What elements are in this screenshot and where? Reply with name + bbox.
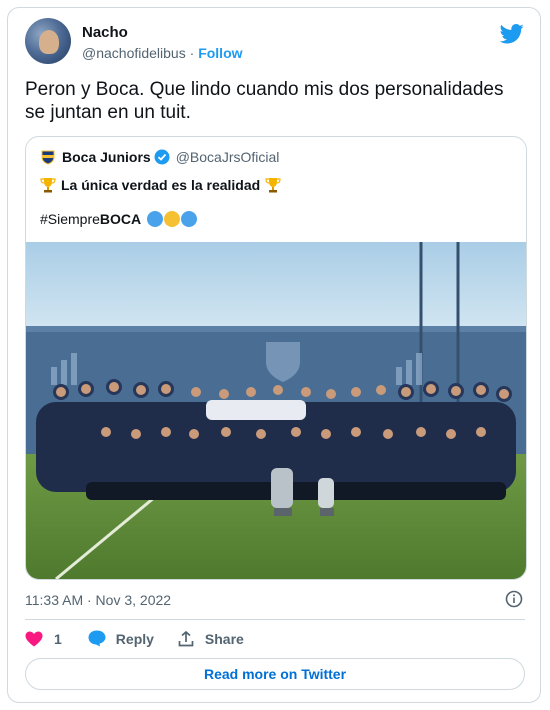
share-icon bbox=[178, 630, 194, 646]
author-handle[interactable]: @nachofidelibus bbox=[82, 45, 186, 61]
quoted-text-line-1: La única verdad es la realidad bbox=[40, 177, 281, 193]
team-photo[interactable] bbox=[26, 242, 526, 579]
like-count: 1 bbox=[54, 630, 62, 647]
divider bbox=[25, 619, 525, 620]
hashtag-link[interactable]: #SiempreBOCA bbox=[40, 211, 141, 227]
quoted-text: La única verdad es la realidad bbox=[61, 177, 261, 193]
quoted-author-handle[interactable]: @BocaJrsOficial bbox=[176, 149, 280, 165]
share-label: Share bbox=[204, 630, 244, 647]
reply-bubble-icon bbox=[88, 630, 106, 647]
author-handle-row: @nachofidelibus · Follow bbox=[82, 45, 243, 61]
blue-circle-icon bbox=[181, 211, 198, 227]
like-button[interactable]: 1 bbox=[25, 631, 62, 647]
action-bar: 1 Reply Share bbox=[25, 630, 244, 647]
quoted-hashtag-line: #SiempreBOCA bbox=[40, 211, 198, 227]
read-more-button[interactable]: Read more on Twitter bbox=[25, 658, 525, 690]
follow-link[interactable]: Follow bbox=[198, 45, 242, 61]
twitter-bird-icon[interactable] bbox=[500, 24, 524, 44]
share-button[interactable]: Share bbox=[178, 630, 244, 647]
trophy-icon bbox=[265, 178, 281, 193]
blue-circle-icon bbox=[147, 211, 164, 227]
avatar[interactable] bbox=[25, 18, 71, 64]
quoted-header: Boca Juniors @BocaJrsOficial bbox=[40, 149, 279, 165]
quoted-tweet[interactable]: Boca Juniors @BocaJrsOficial La única ve… bbox=[25, 136, 527, 580]
heart-icon bbox=[25, 631, 43, 646]
verified-badge-icon bbox=[154, 149, 170, 165]
yellow-circle-icon bbox=[164, 211, 181, 227]
separator-dot: · bbox=[189, 45, 195, 61]
reply-button[interactable]: Reply bbox=[88, 630, 154, 647]
reply-label: Reply bbox=[115, 630, 154, 647]
embedded-tweet-card: Nacho @nachofidelibus · Follow Peron y B… bbox=[7, 7, 541, 703]
tweet-text: Peron y Boca. Que lindo cuando mis dos p… bbox=[25, 79, 504, 123]
info-icon[interactable] bbox=[505, 590, 523, 608]
author-name[interactable]: Nacho bbox=[82, 24, 128, 41]
quoted-author-name[interactable]: Boca Juniors bbox=[62, 149, 151, 165]
trophy-icon bbox=[40, 178, 56, 193]
boca-crest-icon bbox=[41, 150, 55, 165]
timestamp[interactable]: 11:33 AM · Nov 3, 2022 bbox=[25, 592, 171, 608]
